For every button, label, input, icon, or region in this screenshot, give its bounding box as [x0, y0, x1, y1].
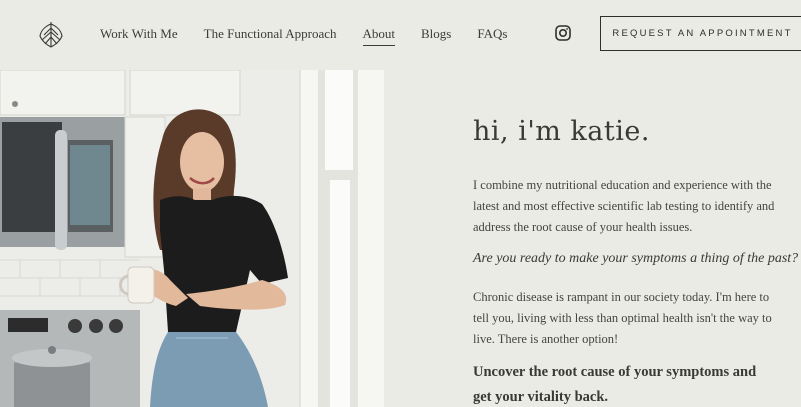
hero-photo: [0, 70, 384, 407]
about-content: hi, i'm katie. I combine my nutritional …: [473, 110, 798, 405]
nav-item-blogs[interactable]: Blogs: [421, 26, 451, 46]
instagram-icon[interactable]: [555, 25, 571, 41]
site-header: Work With Me The Functional Approach Abo…: [0, 0, 801, 70]
subheading: Uncover the root cause of your symptoms …: [473, 364, 757, 405]
leaf-logo-icon[interactable]: [38, 20, 64, 48]
kitchen-portrait-image: [0, 70, 384, 407]
body-paragraph: Chronic disease is rampant in our societ…: [473, 290, 772, 346]
request-appointment-button[interactable]: REQUEST AN APPOINTMENT: [600, 16, 801, 51]
nav-item-work-with-me[interactable]: Work With Me: [100, 26, 178, 46]
intro-paragraph: I combine my nutritional education and e…: [473, 178, 775, 234]
nav-item-functional-approach[interactable]: The Functional Approach: [204, 26, 337, 46]
question-heading: Are you ready to make your symptoms a th…: [473, 251, 799, 266]
page-title: hi, i'm katie.: [473, 116, 650, 147]
main-nav: Work With Me The Functional Approach Abo…: [100, 26, 533, 46]
nav-item-faqs[interactable]: FAQs: [477, 26, 507, 46]
nav-item-about[interactable]: About: [362, 26, 395, 46]
